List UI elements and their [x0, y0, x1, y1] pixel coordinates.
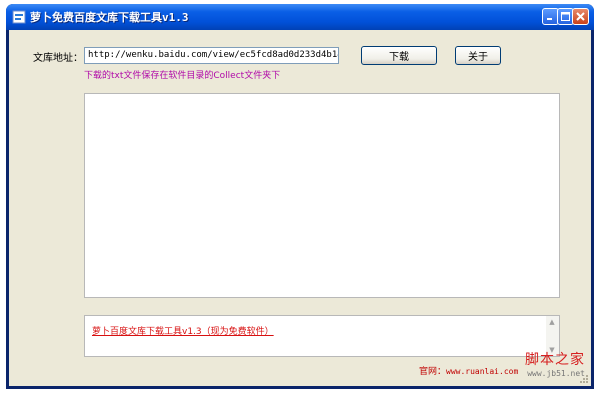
window-title: 萝卜免费百度文库下载工具v1.3: [30, 11, 189, 24]
resize-grip-icon[interactable]: [579, 374, 589, 384]
app-icon: [12, 10, 26, 24]
save-location-hint: 下载的txt文件保存在软件目录的Collect文件夹下: [84, 71, 281, 81]
download-button[interactable]: 下载: [361, 46, 437, 65]
app-window: 萝卜免费百度文库下载工具v1.3 文库地址： http://wenku.baid…: [6, 4, 594, 389]
client-area: 文库地址： http://wenku.baidu.com/view/ec5fcd…: [9, 30, 591, 386]
official-site: 官网：www.ruanlai.com: [419, 364, 518, 377]
site-url[interactable]: www.ruanlai.com: [446, 367, 518, 376]
url-label: 文库地址：: [33, 53, 83, 64]
close-button[interactable]: [572, 8, 589, 25]
watermark-main: 脚本之家: [525, 352, 585, 368]
scroll-up-icon[interactable]: ▲: [548, 318, 556, 326]
watermark: 脚本之家 www.jb51.net: [525, 349, 585, 378]
about-link[interactable]: 萝卜百度文库下载工具v1.3（现为免费软件）: [92, 324, 274, 337]
output-textarea[interactable]: [84, 93, 560, 298]
url-input[interactable]: http://wenku.baidu.com/view/ec5fcd8ad0d2…: [84, 47, 339, 64]
maximize-icon: [561, 12, 570, 21]
about-panel: 萝卜百度文库下载工具v1.3（现为免费软件） ▲ ▼: [84, 315, 560, 357]
title-bar[interactable]: 萝卜免费百度文库下载工具v1.3: [6, 4, 594, 30]
close-icon: [576, 12, 585, 21]
site-prefix: 官网：: [419, 367, 447, 377]
minimize-icon: [547, 18, 552, 20]
about-button[interactable]: 关于: [455, 46, 501, 65]
watermark-sub: www.jb51.net: [527, 369, 585, 378]
